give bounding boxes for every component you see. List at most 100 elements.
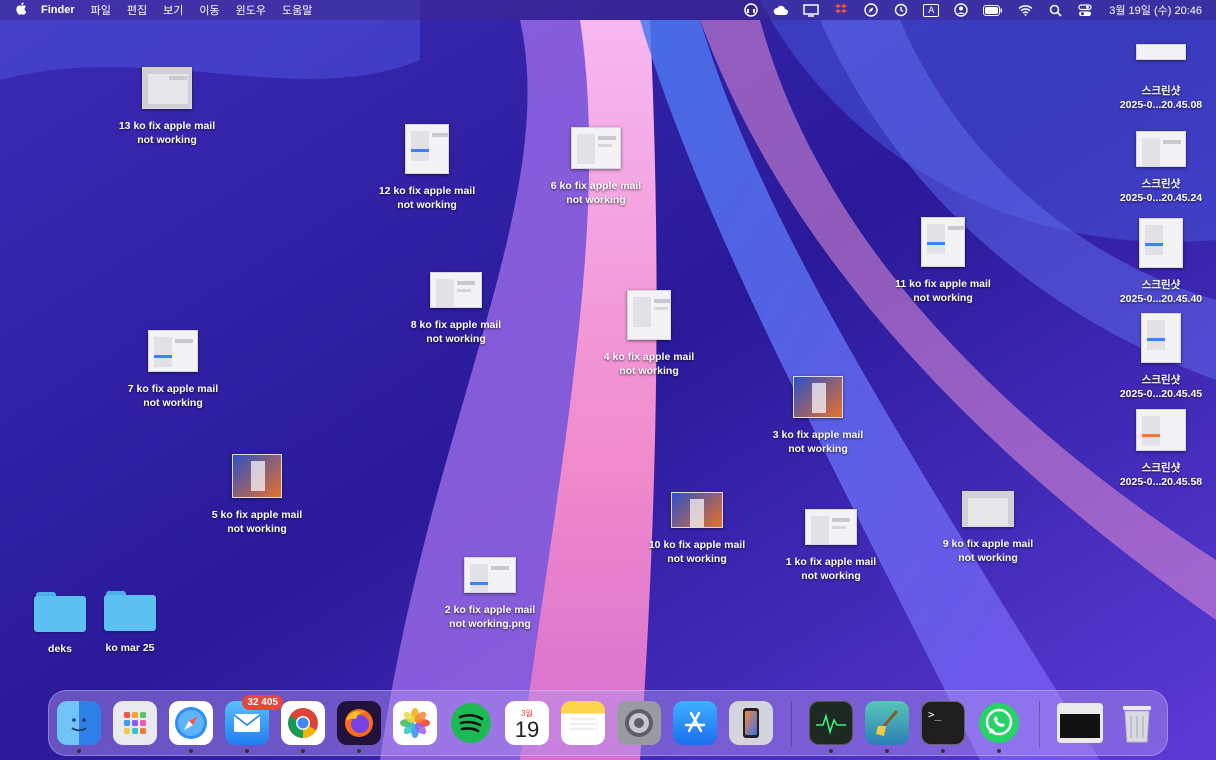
headset-icon[interactable] [743, 3, 759, 17]
desktop-file-5[interactable]: 5 ko fix apple mail not working [202, 454, 312, 536]
file-thumbnail [962, 491, 1014, 527]
file-label: 4 ko fix apple mail not working [603, 351, 695, 377]
menubar-clock[interactable]: 3월 19일 (수) 20:46 [1109, 2, 1202, 18]
desktop-file-3[interactable]: 3 ko fix apple mail not working [763, 376, 873, 456]
menu-app-name[interactable]: Finder [41, 4, 75, 16]
calendar-icon[interactable]: 3월 19 [505, 701, 549, 745]
mail-icon[interactable]: 32 405 [225, 695, 283, 745]
file-label: 스크린샷 2025-0...20.45.08 [1119, 85, 1203, 111]
desktop-file-10[interactable]: 10 ko fix apple mail not working [642, 492, 752, 566]
file-label: 9 ko fix apple mail not working [942, 538, 1034, 564]
whatsapp-icon[interactable] [977, 701, 1021, 745]
file-label: 10 ko fix apple mail not working [648, 539, 746, 565]
input-source-icon[interactable]: A [923, 3, 940, 17]
file-thumbnail [571, 127, 621, 169]
file-thumbnail [921, 217, 965, 267]
desktop-screenshot-4[interactable]: 스크린샷 2025-0...20.45.45 [1106, 313, 1216, 401]
desktop-file-12[interactable]: 12 ko fix apple mail not working [372, 124, 482, 212]
menu-bar: Finder 파일 편집 보기 이동 윈도우 도움말 A 3월 19일 (수) … [0, 0, 1216, 20]
file-thumbnail [142, 67, 192, 109]
file-thumbnail [1139, 218, 1183, 268]
menu-edit[interactable]: 편집 [127, 2, 147, 18]
desktop-file-1[interactable]: 1 ko fix apple mail not working [776, 509, 886, 583]
file-thumbnail [148, 330, 198, 372]
cloud-icon[interactable] [773, 3, 789, 17]
menu-window[interactable]: 윈도우 [236, 2, 266, 18]
desktop-file-2[interactable]: 2 ko fix apple mail not working.png [435, 557, 545, 631]
cleanmymac-icon[interactable] [865, 701, 909, 745]
desktop-file-4[interactable]: 4 ko fix apple mail not working [594, 290, 704, 378]
file-thumbnail [1136, 44, 1186, 60]
search-icon[interactable] [1047, 3, 1063, 17]
menu-file[interactable]: 파일 [91, 2, 111, 18]
file-label: 스크린샷 2025-0...20.45.58 [1119, 462, 1203, 488]
folder-icon [104, 589, 156, 631]
safari-icon[interactable] [169, 701, 213, 745]
desktop-screenshot-5[interactable]: 스크린샷 2025-0...20.45.58 [1106, 409, 1216, 489]
file-label: 7 ko fix apple mail not working [127, 383, 219, 409]
activity-monitor-icon[interactable] [809, 701, 853, 745]
desktop-file-9[interactable]: 9 ko fix apple mail not working [933, 491, 1043, 565]
desktop-file-11[interactable]: 11 ko fix apple mail not working [888, 217, 998, 305]
chrome-icon[interactable] [281, 701, 325, 745]
wifi-icon[interactable] [1017, 3, 1033, 17]
desktop-file-13[interactable]: 13 ko fix apple mail not working [112, 67, 222, 147]
input-source-label: A [928, 5, 935, 15]
display-icon[interactable] [803, 3, 820, 17]
time-machine-icon[interactable] [893, 3, 909, 17]
user-icon[interactable] [953, 3, 969, 17]
file-label: 11 ko fix apple mail not working [895, 278, 991, 304]
mail-unread-badge: 32 405 [242, 695, 283, 710]
dropbox-icon[interactable] [833, 3, 849, 17]
file-label: 6 ko fix apple mail not working [550, 180, 642, 206]
file-thumbnail [805, 509, 857, 545]
file-thumbnail [464, 557, 516, 593]
file-thumbnail [1136, 409, 1186, 451]
file-thumbnail [1136, 131, 1186, 167]
file-thumbnail [793, 376, 843, 418]
file-thumbnail [1141, 313, 1181, 363]
desktop-screenshot-3[interactable]: 스크린샷 2025-0...20.45.40 [1106, 218, 1216, 306]
file-label: 8 ko fix apple mail not working [410, 319, 502, 345]
menu-go[interactable]: 이동 [199, 2, 219, 18]
desktop-file-6[interactable]: 6 ko fix apple mail not working [541, 127, 651, 207]
photos-icon[interactable] [393, 701, 437, 745]
launchpad-icon[interactable] [113, 701, 157, 745]
notes-icon[interactable] [561, 701, 605, 745]
desktop-file-7[interactable]: 7 ko fix apple mail not working [118, 330, 228, 410]
status-area: A 3월 19일 (수) 20:46 [729, 2, 1208, 18]
control-center-icon[interactable] [1077, 3, 1093, 17]
dock-separator [1039, 701, 1040, 747]
trash-icon[interactable] [1115, 701, 1159, 745]
file-label: 3 ko fix apple mail not working [772, 429, 864, 455]
iphone-mirroring-icon[interactable] [729, 701, 773, 745]
file-label: 스크린샷 2025-0...20.45.24 [1119, 178, 1203, 204]
compass-icon[interactable] [863, 3, 879, 17]
dock: 32 405 3월 19 >_ [48, 690, 1168, 756]
terminal-icon[interactable]: >_ [921, 701, 965, 745]
app-store-icon[interactable] [673, 701, 717, 745]
menu-help[interactable]: 도움말 [282, 2, 312, 18]
battery-icon[interactable] [983, 3, 1003, 17]
apple-menu-icon[interactable] [16, 2, 27, 18]
recent-window-thumbnail[interactable] [1057, 703, 1103, 743]
spotify-icon[interactable] [449, 701, 493, 745]
menu-view[interactable]: 보기 [163, 2, 183, 18]
file-thumbnail [671, 492, 723, 528]
desktop-screenshot-1[interactable]: 스크린샷 2025-0...20.45.08 [1106, 44, 1216, 112]
folder-label: deks [48, 643, 72, 655]
calendar-day: 19 [514, 716, 540, 742]
desktop-screenshot-2[interactable]: 스크린샷 2025-0...20.45.24 [1106, 131, 1216, 205]
file-label: 5 ko fix apple mail not working [211, 509, 303, 535]
system-settings-icon[interactable] [617, 701, 661, 745]
file-thumbnail [405, 124, 449, 174]
file-label: 스크린샷 2025-0...20.45.40 [1119, 279, 1203, 305]
terminal-prompt: >_ [928, 708, 942, 721]
finder-icon[interactable] [57, 701, 101, 745]
firefox-icon[interactable] [337, 701, 381, 745]
dock-separator [791, 701, 792, 747]
desktop-file-8[interactable]: 8 ko fix apple mail not working [401, 272, 511, 346]
desktop-folder-ko-mar-25[interactable]: ko mar 25 [75, 589, 185, 655]
file-thumbnail [627, 290, 671, 340]
file-label: 13 ko fix apple mail not working [118, 120, 216, 146]
